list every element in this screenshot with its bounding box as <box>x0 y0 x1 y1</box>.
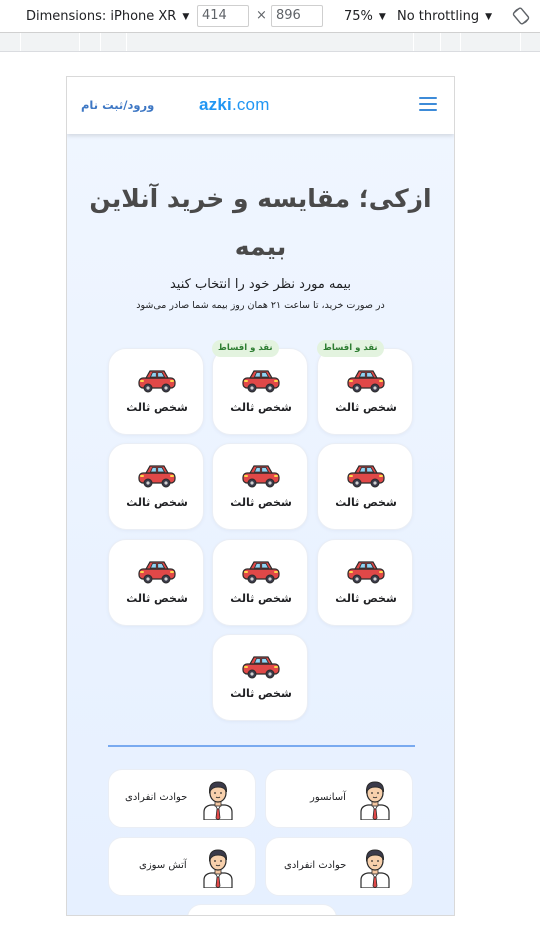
person-icon <box>358 846 392 889</box>
person-icon <box>358 778 392 821</box>
rotate-icon[interactable] <box>512 7 530 25</box>
other-insurance-card[interactable]: آسانسور <box>265 769 413 828</box>
caret-down-icon: ▼ <box>378 11 386 22</box>
payment-badge: نقد و اقساط <box>212 340 279 357</box>
car-icon <box>137 462 177 490</box>
car-icon <box>346 462 386 490</box>
insurance-card-label: شخص ثالث <box>126 592 188 605</box>
insurance-card[interactable]: شخص ثالث <box>108 443 204 530</box>
other-insurance-label: حوادث انفرادی <box>125 792 188 803</box>
insurance-card[interactable]: شخص ثالث <box>108 539 204 626</box>
car-icon <box>137 558 177 586</box>
insurance-card-label: شخص ثالث <box>335 401 397 414</box>
insurance-card[interactable]: شخص ثالث <box>212 539 308 626</box>
car-icon <box>241 653 281 681</box>
app-header: azki.com ورود/ثبت نام <box>67 77 454 134</box>
insurance-card[interactable]: شخص ثالث <box>317 443 413 530</box>
device-select[interactable]: Dimensions: iPhone XR ▼ <box>26 9 189 24</box>
car-icon <box>241 367 281 395</box>
times-sign: × <box>256 8 267 23</box>
car-icon <box>241 558 281 586</box>
person-icon <box>201 846 235 889</box>
car-icon <box>346 367 386 395</box>
media-query-ruler <box>0 33 540 52</box>
insurance-card[interactable]: شخص ثالث <box>212 443 308 530</box>
other-insurance-label: حوادث انفرادی <box>284 860 347 871</box>
insurance-card[interactable]: شخص ثالث <box>212 348 308 435</box>
zoom-select[interactable]: 75% ▼ <box>344 9 386 24</box>
section-divider <box>108 745 415 747</box>
insurance-card[interactable]: شخص ثالث <box>317 539 413 626</box>
hero-subtitle: بیمه مورد نظر خود را انتخاب کنید <box>169 277 352 292</box>
hero-note: در صورت خرید، تا ساعت ۲۱ همان روز بیمه ش… <box>136 300 385 311</box>
insurance-card-label: شخص ثالث <box>230 592 292 605</box>
caret-down-icon: ▼ <box>485 11 492 22</box>
device-viewport: azki.com ورود/ثبت نام ازکی؛ مقایسه و خری… <box>66 76 455 916</box>
other-insurance-label: آسانسور <box>310 792 346 803</box>
menu-icon[interactable] <box>419 97 437 111</box>
device-label: Dimensions: iPhone XR <box>26 9 177 24</box>
insurance-card[interactable]: شخص ثالث <box>212 634 308 721</box>
zoom-label: 75% <box>344 9 373 24</box>
insurance-card-label: شخص ثالث <box>335 592 397 605</box>
partial-card[interactable] <box>187 904 337 915</box>
hero-title: ازکی؛ مقایسه و خرید آنلاین بیمه <box>89 184 432 261</box>
other-insurance-card[interactable]: حوادث انفرادی <box>108 769 256 828</box>
other-insurance-card[interactable]: حوادث انفرادی <box>265 837 413 896</box>
caret-down-icon: ▼ <box>182 11 190 22</box>
insurance-card-label: شخص ثالث <box>230 496 292 509</box>
insurance-card[interactable]: شخص ثالث <box>317 348 413 435</box>
other-insurance-label: آتش سوزی <box>139 860 187 871</box>
insurance-card-label: شخص ثالث <box>126 496 188 509</box>
devtools-toolbar: Dimensions: iPhone XR ▼ 414 × 896 75% ▼ … <box>0 0 540 33</box>
insurance-card-label: شخص ثالث <box>230 401 292 414</box>
insurance-card-label: شخص ثالث <box>230 687 292 700</box>
login-register-link[interactable]: ورود/ثبت نام <box>81 98 154 112</box>
car-icon <box>346 558 386 586</box>
other-insurance-card[interactable]: آتش سوزی <box>108 837 256 896</box>
insurance-card[interactable]: شخص ثالث <box>108 348 204 435</box>
insurance-card-label: شخص ثالث <box>335 496 397 509</box>
insurance-card-label: شخص ثالث <box>126 401 188 414</box>
person-icon <box>201 778 235 821</box>
car-icon <box>137 367 177 395</box>
height-input[interactable]: 896 <box>271 5 323 27</box>
width-input[interactable]: 414 <box>197 5 249 27</box>
payment-badge: نقد و اقساط <box>317 340 384 357</box>
logo[interactable]: azki.com <box>199 95 270 115</box>
throttle-select[interactable]: No throttling ▼ <box>397 9 492 24</box>
car-icon <box>241 462 281 490</box>
throttle-label: No throttling <box>397 9 480 24</box>
